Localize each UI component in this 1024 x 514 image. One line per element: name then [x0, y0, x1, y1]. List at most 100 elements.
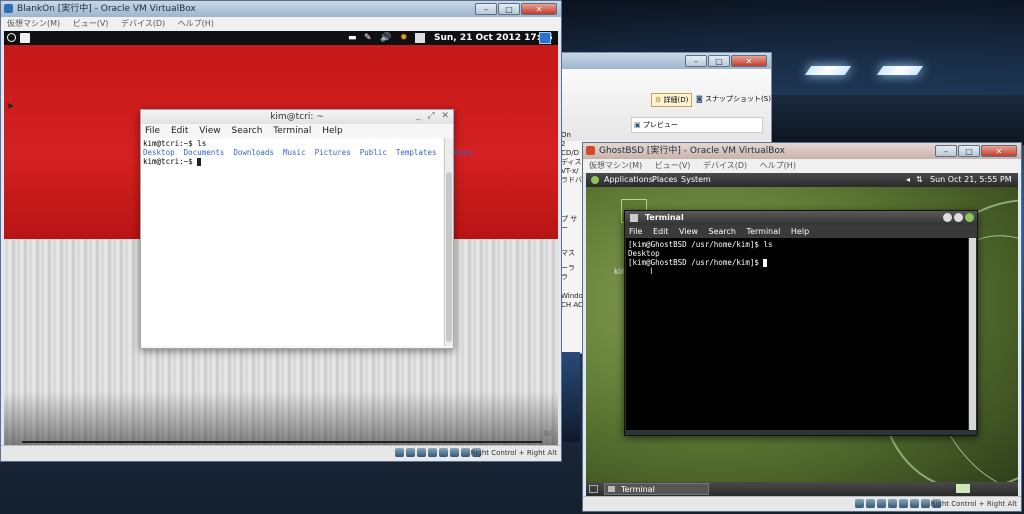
menu-view[interactable]: ビュー(V) [73, 19, 109, 28]
menu-machine[interactable]: 仮想マシン(M) [589, 161, 642, 170]
taskbar-terminal-button[interactable]: Terminal [604, 483, 709, 495]
shared-folder-icon[interactable] [888, 499, 897, 508]
maximize-button[interactable]: □ [958, 145, 980, 157]
terminal-scrollbar-thumb[interactable] [446, 172, 452, 342]
details-button[interactable]: ⚙ 詳細(D) [651, 93, 693, 107]
network-icon[interactable] [415, 33, 425, 43]
workspace-switcher[interactable] [956, 484, 970, 493]
terminal-menu-search[interactable]: Search [231, 126, 262, 136]
snapshots-button-label: スナップショット(S) [705, 95, 771, 103]
blankon-window-controls: – □ ✕ [475, 3, 557, 15]
manager-window-controls: – □ ✕ [685, 55, 767, 67]
activities-icon[interactable] [7, 33, 16, 42]
terminal-menu-edit[interactable]: Edit [171, 126, 188, 136]
capture-icon[interactable] [921, 499, 930, 508]
host-key-label: Right Control + Right Alt [470, 449, 557, 457]
ghostbsd-vm-window: GhostBSD [実行中] - Oracle VM VirtualBox – … [582, 142, 1022, 512]
terminal-menu-help[interactable]: Help [791, 227, 809, 236]
terminal-line-ls-output: Desktop Documents Downloads Music Pictur… [143, 148, 473, 157]
terminal-output[interactable]: kim@tcri:~$ ls Desktop Documents Downloa… [141, 138, 473, 346]
shared-folder-icon[interactable] [428, 448, 437, 457]
close-icon[interactable]: ✕ [441, 111, 449, 121]
minimize-icon[interactable]: _ [416, 111, 421, 121]
terminal-menubar: File Edit View Search Terminal Help [625, 225, 977, 238]
cd-icon[interactable] [406, 448, 415, 457]
terminal-menu-edit[interactable]: Edit [653, 227, 669, 236]
blankon-guest-screen: bl ▬ ✎ 🔊 ✹ Sun, 21 Oct 2012 17:55 ➤ kim@… [4, 31, 558, 445]
details-icon: ⚙ [655, 96, 662, 104]
close-button[interactable]: ✕ [981, 145, 1017, 157]
hdd-icon[interactable] [395, 448, 404, 457]
network-adapter-icon[interactable] [439, 448, 448, 457]
terminal-menu-view[interactable]: View [199, 126, 220, 136]
speaker-icon[interactable]: ◂ [906, 173, 910, 187]
window-title: BlankOn [実行中] - Oracle VM VirtualBox [17, 4, 196, 14]
menu-view[interactable]: ビュー(V) [655, 161, 691, 170]
menu-help[interactable]: ヘルプ(H) [760, 161, 796, 170]
ghostbsd-vbox-menubar: 仮想マシン(M) ビュー(V) デバイス(D) ヘルプ(H) [583, 159, 1021, 173]
capture-icon[interactable] [461, 448, 470, 457]
close-button[interactable]: ✕ [731, 55, 767, 67]
maximize-button[interactable]: □ [498, 3, 520, 15]
terminal-output[interactable]: [kim@GhostBSD /usr/home/kim]$ ls Desktop… [626, 238, 968, 430]
ghostbsd-status-bar: Right Control + Right Alt [583, 496, 1021, 511]
blankon-status-bar: Right Control + Right Alt [1, 445, 561, 460]
terminal-menu-search[interactable]: Search [709, 227, 736, 236]
maximize-icon[interactable]: ⤢ [427, 111, 434, 121]
mouse-cursor-icon: ➤ [6, 101, 15, 112]
minimize-icon[interactable] [943, 213, 952, 222]
terminal-menu-terminal[interactable]: Terminal [273, 126, 311, 136]
network-adapter-icon[interactable] [899, 499, 908, 508]
keyboard-icon[interactable]: ▬ [348, 31, 357, 45]
terminal-menu-help[interactable]: Help [322, 126, 343, 136]
pen-icon[interactable]: ✎ [364, 31, 372, 45]
panel-applications[interactable]: Applications [604, 173, 653, 187]
terminal-line: [kim@GhostBSD /usr/home/kim]$ ls [628, 240, 773, 249]
blankon-top-panel: ▬ ✎ 🔊 ✹ Sun, 21 Oct 2012 17:55 [4, 31, 558, 45]
wallpaper-line [22, 441, 542, 443]
minimize-button[interactable]: – [935, 145, 957, 157]
ghostbsd-bottom-panel: Terminal [586, 482, 1018, 496]
ghostbsd-terminal-window: Terminal File Edit View Search Terminal … [624, 210, 978, 436]
snapshots-button[interactable]: ◙ スナップショット(S) [696, 93, 771, 105]
display-icon[interactable] [450, 448, 459, 457]
terminal-title-bar: Terminal [625, 211, 977, 225]
terminal-line-prompt: kim@tcri:~$ [143, 157, 441, 166]
preview-label: プレビュー [642, 121, 678, 129]
terminal-scrollbar[interactable] [969, 238, 976, 430]
user-menu-icon[interactable] [539, 32, 551, 44]
sun-icon[interactable]: ✹ [400, 31, 408, 45]
minimize-button[interactable]: – [685, 55, 707, 67]
close-icon[interactable] [965, 213, 974, 222]
menu-machine[interactable]: 仮想マシン(M) [7, 19, 60, 28]
usb-icon[interactable] [877, 499, 886, 508]
close-button[interactable]: ✕ [521, 3, 557, 15]
maximize-icon[interactable] [954, 213, 963, 222]
menu-devices[interactable]: デバイス(D) [703, 161, 747, 170]
ceiling-light [804, 66, 852, 75]
menu-devices[interactable]: デバイス(D) [121, 19, 165, 28]
blankon-terminal-window: kim@tcri: ~ _ ⤢ ✕ File Edit View Search … [140, 109, 473, 349]
menu-help[interactable]: ヘルプ(H) [178, 19, 214, 28]
volume-icon[interactable]: 🔊 [380, 31, 391, 45]
blankon-vbox-menubar: 仮想マシン(M) ビュー(V) デバイス(D) ヘルプ(H) [1, 17, 561, 31]
minimize-button[interactable]: – [475, 3, 497, 15]
usb-icon[interactable] [417, 448, 426, 457]
cd-icon[interactable] [866, 499, 875, 508]
show-desktop-icon[interactable] [589, 485, 598, 493]
terminal-menu-file[interactable]: File [145, 126, 160, 136]
panel-clock[interactable]: Sun Oct 21, 5:55 PM [930, 173, 1012, 187]
panel-clock[interactable]: Sun, 21 Oct 2012 17:55 [434, 31, 553, 45]
hdd-icon[interactable] [855, 499, 864, 508]
network-icon[interactable]: ⇅ [916, 173, 923, 187]
maximize-button[interactable]: □ [708, 55, 730, 67]
panel-system[interactable]: System [681, 173, 711, 187]
terminal-menu-view[interactable]: View [679, 227, 698, 236]
terminal-menu-terminal[interactable]: Terminal [747, 227, 781, 236]
app-menu-icon[interactable] [20, 33, 30, 43]
terminal-menu-file[interactable]: File [629, 227, 642, 236]
terminal-app-icon [630, 214, 638, 222]
panel-places[interactable]: Places [652, 173, 677, 187]
display-icon[interactable] [910, 499, 919, 508]
terminal-scrollbar[interactable] [444, 138, 453, 346]
